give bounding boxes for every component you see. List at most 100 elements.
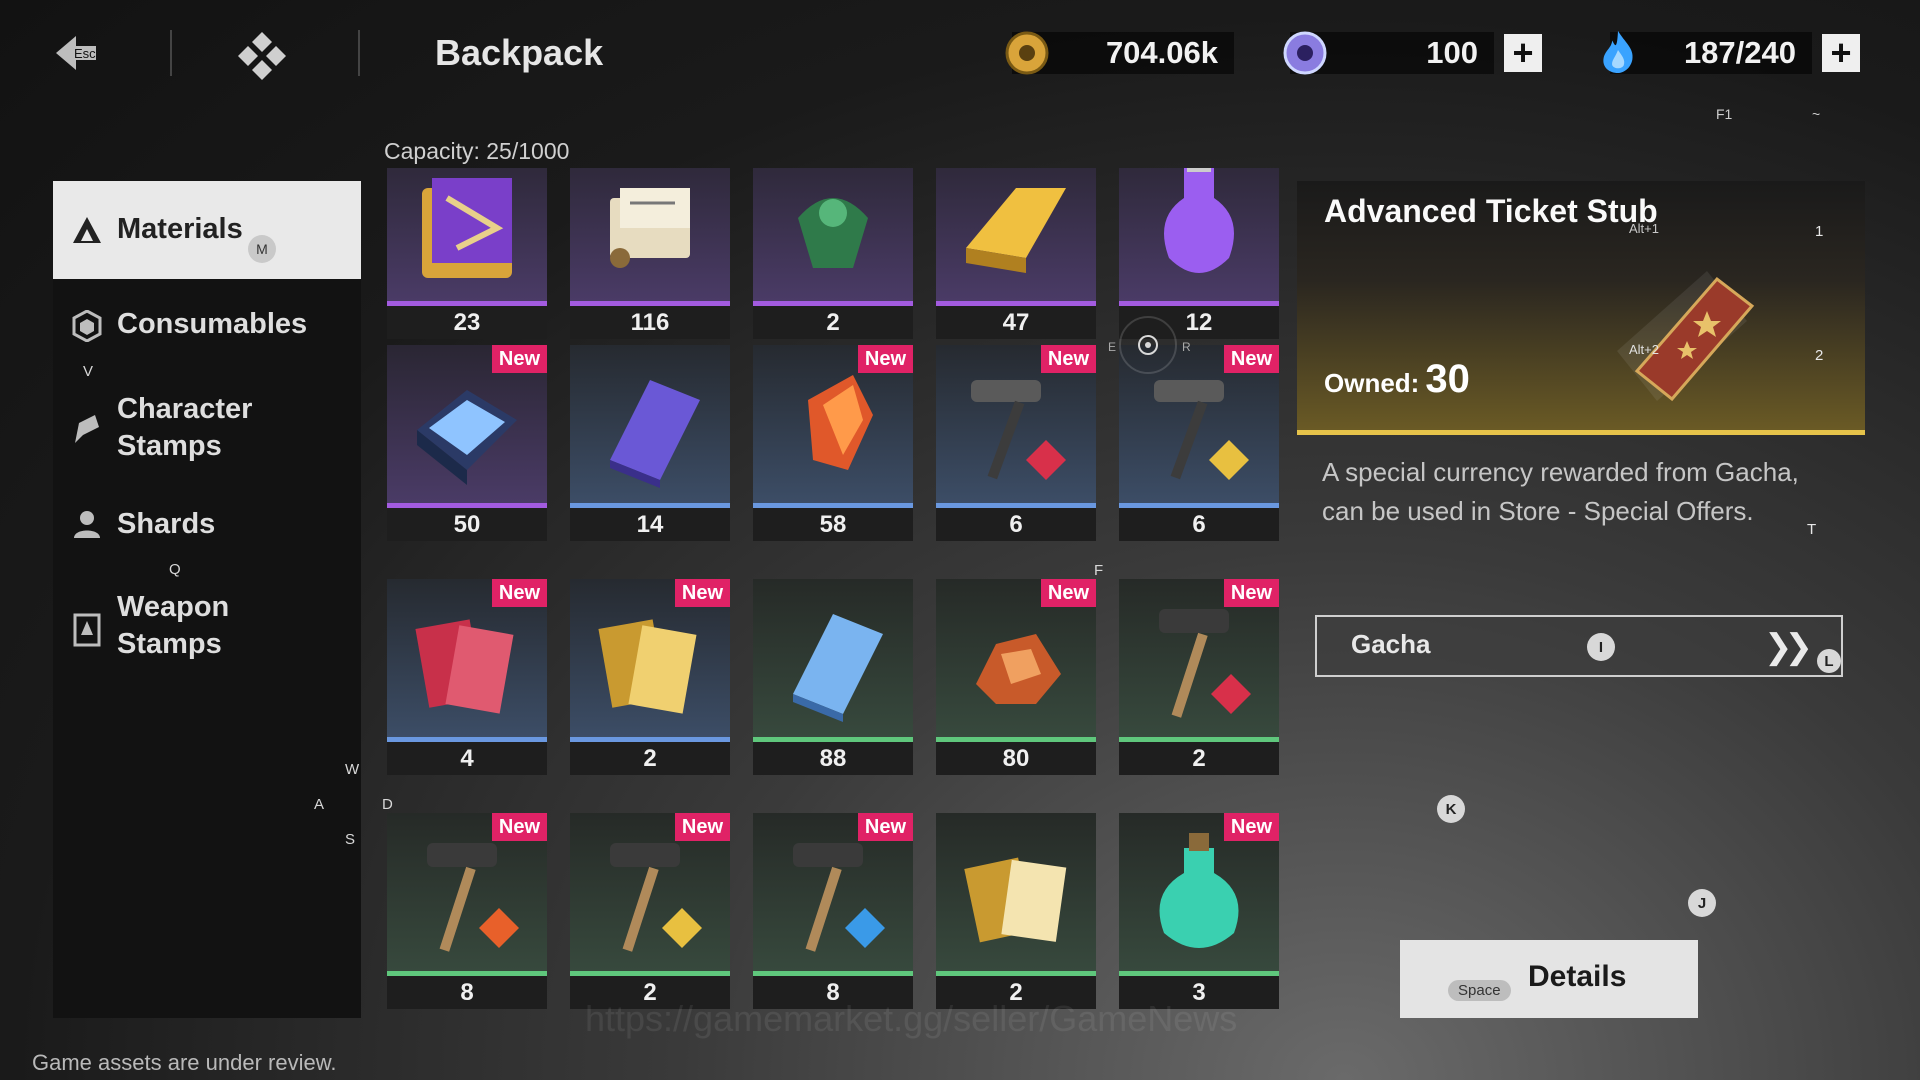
j-key-hint: J xyxy=(1688,889,1716,917)
sidebar-item-consumables[interactable]: Consumables xyxy=(53,306,361,366)
inventory-item-slot[interactable]: 2 xyxy=(753,168,913,339)
item-count: 4 xyxy=(387,742,547,775)
owned-label: Owned: xyxy=(1324,368,1420,398)
item-art xyxy=(753,579,913,737)
gold-ingot-icon xyxy=(966,188,1066,273)
source-gacha-button[interactable]: Gacha I ❯❯ L xyxy=(1315,615,1843,677)
ore-icon xyxy=(976,634,1061,704)
weapon-stamps-icon xyxy=(73,613,101,647)
inventory-item-slot[interactable]: 2 New xyxy=(1119,579,1279,775)
new-badge: New xyxy=(674,579,730,607)
s-key-hint: S xyxy=(345,831,356,848)
hammer-orange-icon xyxy=(427,843,519,952)
stamina-amount: 187/240 xyxy=(1610,32,1812,74)
menu-button[interactable] xyxy=(236,30,288,80)
tome-icon xyxy=(422,178,512,278)
watermark-text: https://gamemarket.gg/seller/GameNews xyxy=(585,998,1238,1039)
add-stamina-button[interactable]: + xyxy=(1822,34,1860,72)
shards-icon xyxy=(74,511,100,538)
details-label: Details xyxy=(1528,960,1627,993)
inventory-item-slot[interactable]: 23 xyxy=(387,168,547,339)
character-stamps-icon xyxy=(75,415,99,443)
item-art xyxy=(570,345,730,503)
new-badge: New xyxy=(491,345,547,373)
item-count: 50 xyxy=(387,508,547,541)
add-premium-button[interactable]: + xyxy=(1504,34,1542,72)
sidebar-item-materials[interactable]: Materials M xyxy=(53,181,361,279)
item-count: 6 xyxy=(1119,508,1279,541)
new-badge: New xyxy=(1223,813,1279,841)
item-art xyxy=(753,168,913,301)
inventory-item-slot[interactable]: 8 New xyxy=(387,813,547,1009)
divider xyxy=(170,30,172,76)
double-chevron-right-icon: ❯❯ xyxy=(1764,628,1813,666)
inventory-item-slot[interactable]: 8 New xyxy=(753,813,913,1009)
divider xyxy=(358,30,360,76)
sidebar-item-label: Consumables xyxy=(117,308,308,340)
sidebar-item-label: Character Stamps xyxy=(117,393,253,462)
v-key-hint: V xyxy=(83,363,94,380)
item-count: 116 xyxy=(570,306,730,339)
gold-cards-icon xyxy=(964,857,1067,943)
r-key-hint: R xyxy=(1182,340,1191,354)
w-key-hint: W xyxy=(345,761,360,778)
inventory-item-slot[interactable]: 14 xyxy=(570,345,730,541)
item-count: 88 xyxy=(753,742,913,775)
item-count: 6 xyxy=(936,508,1096,541)
inventory-item-slot[interactable]: 116 xyxy=(570,168,730,339)
inventory-item-slot[interactable]: 80 New xyxy=(936,579,1096,775)
scroll-icon xyxy=(610,188,690,268)
new-badge: New xyxy=(491,813,547,841)
inventory-item-slot[interactable]: 2 New xyxy=(570,813,730,1009)
q-key-hint: Q xyxy=(169,561,181,578)
inventory-item-slot[interactable]: 3 New xyxy=(1119,813,1279,1009)
hammer-red-icon xyxy=(1159,609,1251,718)
item-count: 8 xyxy=(387,976,547,1009)
inventory-item-slot[interactable]: 4 New xyxy=(387,579,547,775)
f-key-hint: F xyxy=(1094,562,1104,579)
item-art xyxy=(936,168,1096,301)
details-button[interactable]: Space Details xyxy=(1400,940,1698,1018)
item-count: 2 xyxy=(1119,742,1279,775)
premium-coin-icon xyxy=(1283,31,1327,75)
i-key-hint: I xyxy=(1587,633,1615,661)
k-key-hint: K xyxy=(1437,795,1465,823)
inventory-item-slot[interactable]: 6 New xyxy=(936,345,1096,541)
top-bar: Esc Backpack 704.06k 100 + 187/240 + F1 … xyxy=(0,0,1920,122)
back-button[interactable]: Esc xyxy=(52,30,112,76)
item-count: 23 xyxy=(387,306,547,339)
f1-key-hint: F1 xyxy=(1716,106,1733,122)
red-scrolls-icon xyxy=(415,619,514,714)
flame-icon xyxy=(1603,30,1633,73)
inventory-item-slot[interactable]: 58 New xyxy=(753,345,913,541)
jade-pendant-icon xyxy=(798,198,868,268)
fire-crystal-icon xyxy=(808,375,873,470)
inventory-item-slot[interactable]: 47 xyxy=(936,168,1096,339)
purple-potion-icon xyxy=(1164,168,1234,273)
forge-hammer-red-icon xyxy=(971,380,1066,480)
alt2-key-hint: Alt+2 xyxy=(1629,342,1659,357)
key-1-hint: 1 xyxy=(1815,223,1824,240)
stamina-currency: 187/240 + xyxy=(1603,30,1870,76)
new-badge: New xyxy=(1040,579,1096,607)
new-badge: New xyxy=(674,813,730,841)
new-badge: New xyxy=(857,813,913,841)
sidebar-item-weapon-stamps[interactable]: Weapon Stamps xyxy=(53,589,361,669)
inventory-item-slot[interactable]: 2 New xyxy=(570,579,730,775)
sidebar-item-shards[interactable]: Shards xyxy=(53,506,361,556)
inventory-item-slot[interactable]: 2 xyxy=(936,813,1096,1009)
item-name: Advanced Ticket Stub xyxy=(1324,193,1658,229)
premium-currency: 100 + xyxy=(1283,30,1550,76)
inventory-item-slot[interactable]: 88 xyxy=(753,579,913,775)
item-count: 47 xyxy=(936,306,1096,339)
space-key-hint: Space xyxy=(1448,980,1511,1001)
blue-book-icon xyxy=(793,614,883,722)
inventory-item-slot[interactable]: 50 New xyxy=(387,345,547,541)
item-count: 58 xyxy=(753,508,913,541)
m-key-hint: M xyxy=(248,235,276,263)
sidebar-item-character-stamps[interactable]: Character Stamps xyxy=(53,391,361,471)
item-detail-header: Advanced Ticket Stub Alt+1 1 Alt+2 2 Own… xyxy=(1297,181,1865,435)
sidebar-item-label: Shards xyxy=(117,508,216,540)
diamond-grid-icon xyxy=(238,32,286,80)
item-count: 2 xyxy=(753,306,913,339)
